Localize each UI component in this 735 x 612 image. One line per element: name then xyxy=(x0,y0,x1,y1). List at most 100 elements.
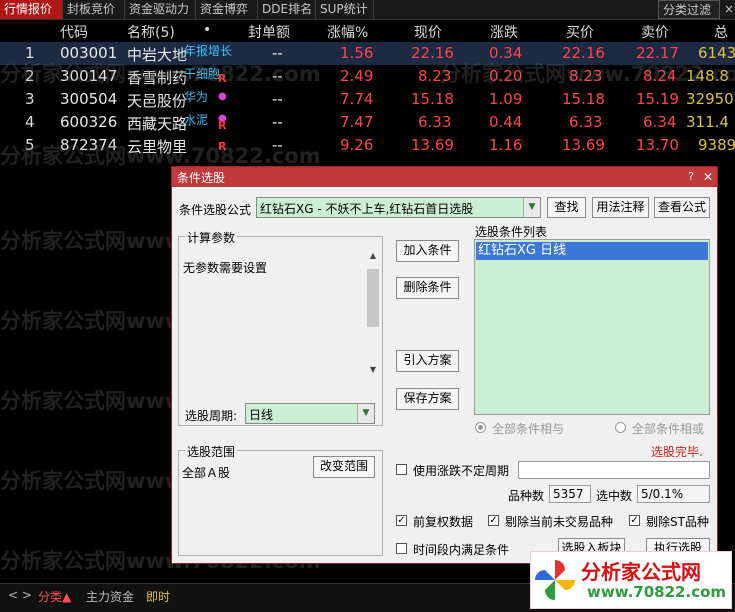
ask: 15.19 xyxy=(636,90,679,108)
calc-params-title: 计算参数 xyxy=(185,229,238,246)
stock-name: 天邑股份 xyxy=(127,92,188,110)
chevron-down-icon[interactable]: ▼ xyxy=(523,198,540,217)
and-label: 全部条件相与 xyxy=(492,422,565,436)
stock-name: 中岩大地 xyxy=(127,46,188,64)
delete-condition-button[interactable]: 删除条件 xyxy=(396,277,459,299)
help-icon[interactable]: ? xyxy=(683,167,699,187)
calc-params-group: 计算参数 无参数需要设置 ▲ ▼ 选股周期: 日线 ▼ xyxy=(178,229,383,426)
change: 0.44 xyxy=(489,113,523,131)
ask: 8.24 xyxy=(643,67,677,85)
period-select[interactable]: 日线 ▼ xyxy=(245,403,375,424)
bid: 8.23 xyxy=(569,67,603,85)
main-funds-tab[interactable]: 主力资金 xyxy=(86,588,134,605)
or-radio[interactable] xyxy=(615,422,626,433)
tab-dde-rank[interactable]: DDE排名 xyxy=(258,0,316,19)
status-text: 选股完毕. xyxy=(651,445,703,459)
import-plan-button[interactable]: 引入方案 xyxy=(396,350,459,372)
range-title: 选股范围 xyxy=(185,443,238,460)
change: 1.09 xyxy=(489,90,523,108)
category-button[interactable]: 分类▲ xyxy=(38,588,71,605)
tab-sup-stats[interactable]: SUP统计 xyxy=(316,0,374,19)
tab-quotes[interactable]: 行情报价 xyxy=(0,0,63,19)
change-range-button[interactable]: 改变范围 xyxy=(313,456,375,478)
col-dot[interactable]: • xyxy=(203,22,211,38)
row-index: 2 xyxy=(25,67,35,85)
formula-select[interactable]: 红钻石XG - 不妖不上车,红钻石首日选股 ▼ xyxy=(256,197,541,218)
list-item[interactable]: 红钻石XG 日线 xyxy=(476,242,708,260)
forward-adjust-checkbox[interactable]: ✓ xyxy=(396,515,407,526)
col-code[interactable]: 代码 xyxy=(60,22,88,42)
chevron-down-icon[interactable]: ▼ xyxy=(357,404,374,423)
condition-list-title: 选股条件列表 xyxy=(475,225,548,239)
pct-change: 2.49 xyxy=(340,67,374,85)
col-price[interactable]: 现价 xyxy=(414,22,442,42)
add-condition-button[interactable]: 加入条件 xyxy=(396,240,459,262)
chevron-down-icon[interactable]: ▼ xyxy=(366,365,380,379)
col-pct-change[interactable]: 涨幅% xyxy=(327,22,368,42)
and-radio[interactable] xyxy=(475,422,486,433)
table-row[interactable]: 1 003001 中岩大地 年报增长 -- 1.56 22.16 0.34 22… xyxy=(0,42,735,65)
tab-fund-driven[interactable]: 资金驱动力 xyxy=(125,0,196,19)
forward-adjust-label: 前复权数据 xyxy=(413,515,474,529)
params-scrollbar[interactable]: ▲ ▼ xyxy=(366,251,380,379)
count-value: 5357 xyxy=(553,487,584,501)
close-icon[interactable]: ✕ xyxy=(700,167,716,187)
col-sealed-amount[interactable]: 封单额 xyxy=(248,22,290,42)
col-ask[interactable]: 卖价 xyxy=(641,22,669,42)
find-button[interactable]: 查找 xyxy=(547,197,586,218)
dialog-titlebar[interactable]: 条件选股 ? ✕ xyxy=(172,167,717,187)
stock-name: 香雪制药 xyxy=(127,69,188,87)
bid: 15.18 xyxy=(562,90,605,108)
count-label: 品种数 xyxy=(508,489,545,503)
period-range-field[interactable] xyxy=(518,461,710,479)
remove-untraded-checkbox[interactable]: ✓ xyxy=(488,515,499,526)
count-field: 5357 xyxy=(549,485,591,503)
remove-st-checkbox[interactable]: ✓ xyxy=(629,515,640,526)
total: 32950 xyxy=(686,90,734,108)
pink-dot-icon: ● xyxy=(218,91,227,102)
table-row[interactable]: 4 600326 西藏天路 水泥 ● R -- 7.47 6.33 0.44 6… xyxy=(0,111,735,134)
table-row[interactable]: 2 300147 香雪制药 干细胞 R -- 2.49 8.23 0.20 8.… xyxy=(0,65,735,88)
table-row[interactable]: 5 872374 云里物里 R -- 9.26 13.69 1.16 13.69… xyxy=(0,134,735,157)
total: 311.4 xyxy=(686,113,729,131)
price: 8.23 xyxy=(418,67,452,85)
row-index: 1 xyxy=(25,44,35,62)
sealed-amount: -- xyxy=(272,90,283,108)
instant-tab[interactable]: 即时 xyxy=(146,588,170,605)
pct-change: 9.26 xyxy=(340,136,374,154)
price: 6.33 xyxy=(418,113,452,131)
remove-st-label: 剔除ST品种 xyxy=(646,515,709,529)
row-index: 3 xyxy=(25,90,35,108)
col-total[interactable]: 总 xyxy=(714,22,728,42)
row-index: 5 xyxy=(25,136,35,154)
hit-value: 5/0.1% xyxy=(641,487,684,501)
col-change[interactable]: 涨跌 xyxy=(490,22,518,42)
col-name[interactable]: 名称(5) xyxy=(127,22,175,42)
bid: 13.69 xyxy=(562,136,605,154)
total: 9389 xyxy=(698,136,735,154)
view-formula-button[interactable]: 查看公式 xyxy=(654,197,710,218)
tab-fund-game[interactable]: 资金博弈 xyxy=(196,0,258,19)
time-range-checkbox[interactable] xyxy=(396,543,407,554)
use-period-checkbox[interactable] xyxy=(396,464,407,475)
change: 0.20 xyxy=(489,67,523,85)
close-icon[interactable]: × xyxy=(720,0,735,19)
col-bid[interactable]: 买价 xyxy=(566,22,594,42)
usage-notes-button[interactable]: 用法注释 xyxy=(592,197,649,218)
bid: 22.16 xyxy=(562,44,605,62)
price: 22.16 xyxy=(411,44,454,62)
scroll-thumb[interactable] xyxy=(367,269,379,327)
dialog-title: 条件选股 xyxy=(177,171,226,185)
ask: 6.34 xyxy=(643,113,677,131)
condition-list[interactable]: 红钻石XG 日线 xyxy=(474,239,710,415)
stock-name: 西藏天路 xyxy=(127,115,188,133)
ask: 22.17 xyxy=(636,44,679,62)
tab-seal-bidding[interactable]: 封板竞价 xyxy=(63,0,125,19)
period-value: 日线 xyxy=(249,408,274,422)
chevron-up-icon[interactable]: ▲ xyxy=(366,251,380,265)
nav-arrows[interactable]: < > xyxy=(8,588,32,602)
category-filter-button[interactable]: 分类过滤 xyxy=(658,0,720,19)
save-plan-button[interactable]: 保存方案 xyxy=(396,388,459,410)
concept-tag: 干细胞 xyxy=(184,67,221,81)
table-row[interactable]: 3 300504 天邑股份 华为 ● -- 7.74 15.18 1.09 15… xyxy=(0,88,735,111)
